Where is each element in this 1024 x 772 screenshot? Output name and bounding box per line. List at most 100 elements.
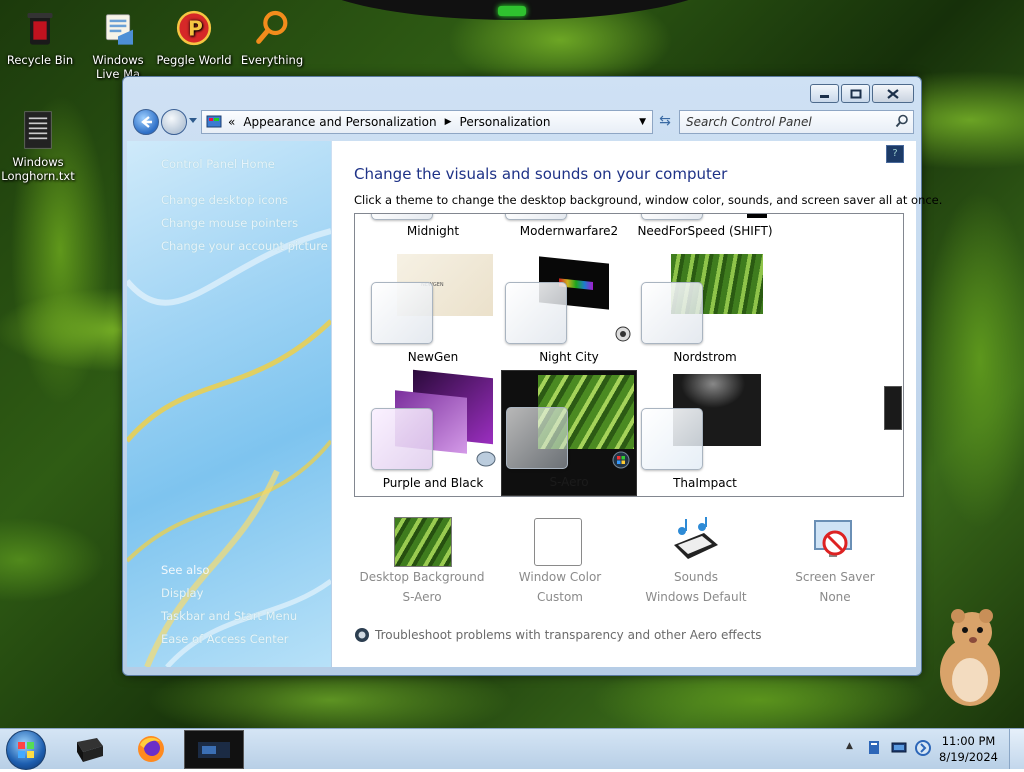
desktop-icon-label: Windows Longhorn.txt bbox=[1, 155, 75, 183]
window-color-label: Window Color bbox=[518, 570, 602, 584]
screen-saver-icon bbox=[814, 520, 852, 557]
troubleshoot-aero-link[interactable]: Troubleshoot problems with transparency … bbox=[354, 627, 762, 643]
desktop-icon-label: Recycle Bin bbox=[6, 53, 74, 67]
search-box[interactable] bbox=[679, 110, 914, 134]
page-title: Change the visuals and sounds on your co… bbox=[354, 165, 728, 183]
show-hidden-icons-button[interactable]: ▲ bbox=[846, 741, 853, 751]
taskbar-firefox[interactable] bbox=[124, 731, 178, 767]
desktop-background-value: S-Aero bbox=[402, 590, 442, 604]
change-desktop-icons-link[interactable]: Change desktop icons bbox=[161, 193, 288, 207]
newgen-glass-preview bbox=[371, 282, 433, 344]
theme-thaimpact[interactable]: ThaImpact bbox=[637, 476, 773, 490]
theme-s-aero[interactable]: S-Aero bbox=[502, 475, 636, 489]
change-mouse-pointers-link[interactable]: Change mouse pointers bbox=[161, 216, 298, 230]
screen-saver-value: None bbox=[819, 590, 851, 604]
address-bar[interactable]: « Appearance and Personalization ▶ Perso… bbox=[201, 110, 653, 134]
text-file-icon bbox=[24, 111, 52, 149]
show-desktop-button[interactable] bbox=[1009, 729, 1024, 769]
close-icon bbox=[887, 88, 899, 99]
troubleshoot-label: Troubleshoot problems with transparency … bbox=[375, 628, 762, 642]
search-input[interactable] bbox=[684, 113, 893, 131]
address-dropdown-icon[interactable]: ▼ bbox=[639, 117, 646, 127]
see-also-label: See also bbox=[161, 563, 210, 577]
breadcrumb-personalization[interactable]: Personalization bbox=[460, 115, 551, 129]
night-city-theme-badge-icon bbox=[615, 326, 631, 342]
theme-modernwarfare2[interactable]: Modernwarfare2 bbox=[501, 224, 637, 238]
clock-date: 8/19/2024 bbox=[939, 750, 998, 764]
firefox-icon bbox=[138, 736, 164, 762]
mail-icon bbox=[105, 14, 133, 45]
back-arrow-icon bbox=[141, 116, 152, 128]
refresh-button[interactable]: ⇆ bbox=[651, 110, 679, 132]
back-button[interactable] bbox=[133, 109, 159, 135]
breadcrumb-appearance-and-personalization[interactable]: Appearance and Personalization bbox=[243, 115, 436, 129]
minimize-icon bbox=[819, 94, 829, 98]
windows-live-mail-desktop-icon[interactable]: Windows Live Ma bbox=[80, 8, 156, 81]
volume-icon[interactable] bbox=[914, 739, 932, 757]
refresh-icon: ⇆ bbox=[659, 113, 671, 129]
theme-purple-and-black[interactable]: Purple and Black bbox=[365, 476, 501, 490]
control-panel-home-link[interactable]: Control Panel Home bbox=[161, 157, 275, 171]
desktop: Recycle Bin Windows Live Ma P Peggle Wor… bbox=[0, 0, 1024, 728]
purple-and-black-glass-preview bbox=[371, 408, 433, 470]
ease-of-access-link[interactable]: Ease of Access Center bbox=[161, 632, 289, 646]
theme-list-scrollbar-thumb[interactable] bbox=[884, 386, 902, 430]
theme-nordstrom[interactable]: Nordstrom bbox=[637, 350, 773, 364]
system-clock[interactable]: 11:00 PM 8/19/2024 bbox=[939, 733, 998, 765]
help-icon[interactable]: ? bbox=[886, 145, 904, 163]
everything-desktop-icon[interactable]: Everything bbox=[234, 8, 310, 67]
control-panel-window-thumbnail bbox=[198, 741, 230, 758]
recent-pages-dropdown[interactable] bbox=[189, 118, 197, 123]
search-magnifier-icon bbox=[256, 10, 288, 44]
troubleshoot-icon bbox=[355, 628, 369, 642]
window-color-swatch bbox=[534, 518, 582, 566]
forward-button[interactable] bbox=[161, 109, 187, 135]
theme-s-aero-selected-tile[interactable]: S-Aero bbox=[501, 370, 637, 496]
sounds-icon bbox=[674, 517, 718, 559]
sounds-setting[interactable]: Sounds Windows Default bbox=[626, 517, 766, 617]
breadcrumb-prefix: « bbox=[228, 115, 236, 129]
theme-needforspeed-shift[interactable]: NeedForSpeed (SHIFT) bbox=[637, 224, 773, 238]
windows-longhorn-txt-desktop-icon[interactable]: Windows Longhorn.txt bbox=[0, 110, 76, 183]
caption-buttons bbox=[810, 84, 914, 103]
desktop-icon-label: Everything bbox=[240, 53, 304, 67]
breadcrumb-separator-icon: ▶ bbox=[444, 117, 452, 127]
purple-and-black-theme-badge-icon bbox=[476, 451, 496, 467]
windows-logo-icon bbox=[18, 742, 34, 758]
taskbar-control-panel-window[interactable] bbox=[184, 730, 244, 769]
theme-newgen[interactable]: NewGen bbox=[365, 350, 501, 364]
display-link[interactable]: Display bbox=[161, 586, 203, 600]
window-color-setting[interactable]: Window Color Custom bbox=[490, 517, 630, 617]
network-icon[interactable] bbox=[890, 741, 908, 755]
maximize-button[interactable] bbox=[841, 84, 870, 103]
desktop-background-thumbnail bbox=[394, 517, 452, 567]
s-aero-glass-preview bbox=[506, 407, 568, 469]
start-button[interactable] bbox=[6, 730, 46, 770]
clock-time: 11:00 PM bbox=[941, 734, 996, 748]
action-center-icon[interactable] bbox=[866, 739, 882, 757]
taskbar-start-menu-link[interactable]: Taskbar and Start Menu bbox=[161, 609, 297, 623]
hamster-gadget-icon[interactable] bbox=[930, 600, 1010, 710]
theme-thumbnail bbox=[505, 214, 567, 220]
svg-text:P: P bbox=[188, 17, 203, 41]
theme-night-city[interactable]: Night City bbox=[501, 350, 637, 364]
screen-saver-label: Screen Saver bbox=[795, 570, 875, 584]
recycle-bin-desktop-icon[interactable]: Recycle Bin bbox=[2, 8, 78, 67]
screen-saver-setting[interactable]: Screen Saver None bbox=[765, 517, 905, 617]
desktop-icon-label: Peggle World bbox=[156, 53, 232, 67]
desktop-background-setting[interactable]: Desktop Background S-Aero bbox=[352, 517, 492, 617]
change-account-picture-link[interactable]: Change your account picture bbox=[161, 239, 328, 253]
theme-midnight[interactable]: Midnight bbox=[365, 224, 501, 238]
thaimpact-glass-preview bbox=[641, 408, 703, 470]
control-panel-icon bbox=[206, 115, 222, 128]
theme-list[interactable]: Midnight Modernwarfare2 NeedForSpeed (SH… bbox=[354, 213, 904, 497]
close-button[interactable] bbox=[872, 84, 914, 103]
desktop-background-label: Desktop Background bbox=[359, 570, 485, 584]
taskbar-monitor-app[interactable] bbox=[62, 731, 116, 767]
personalization-window: « Appearance and Personalization ▶ Perso… bbox=[122, 76, 942, 676]
theme-thumbnail bbox=[747, 214, 767, 218]
minimize-button[interactable] bbox=[810, 84, 839, 103]
peggle-world-desktop-icon[interactable]: P Peggle World bbox=[156, 8, 232, 67]
recycle-bin-icon bbox=[27, 13, 53, 45]
search-icon[interactable] bbox=[895, 114, 909, 128]
